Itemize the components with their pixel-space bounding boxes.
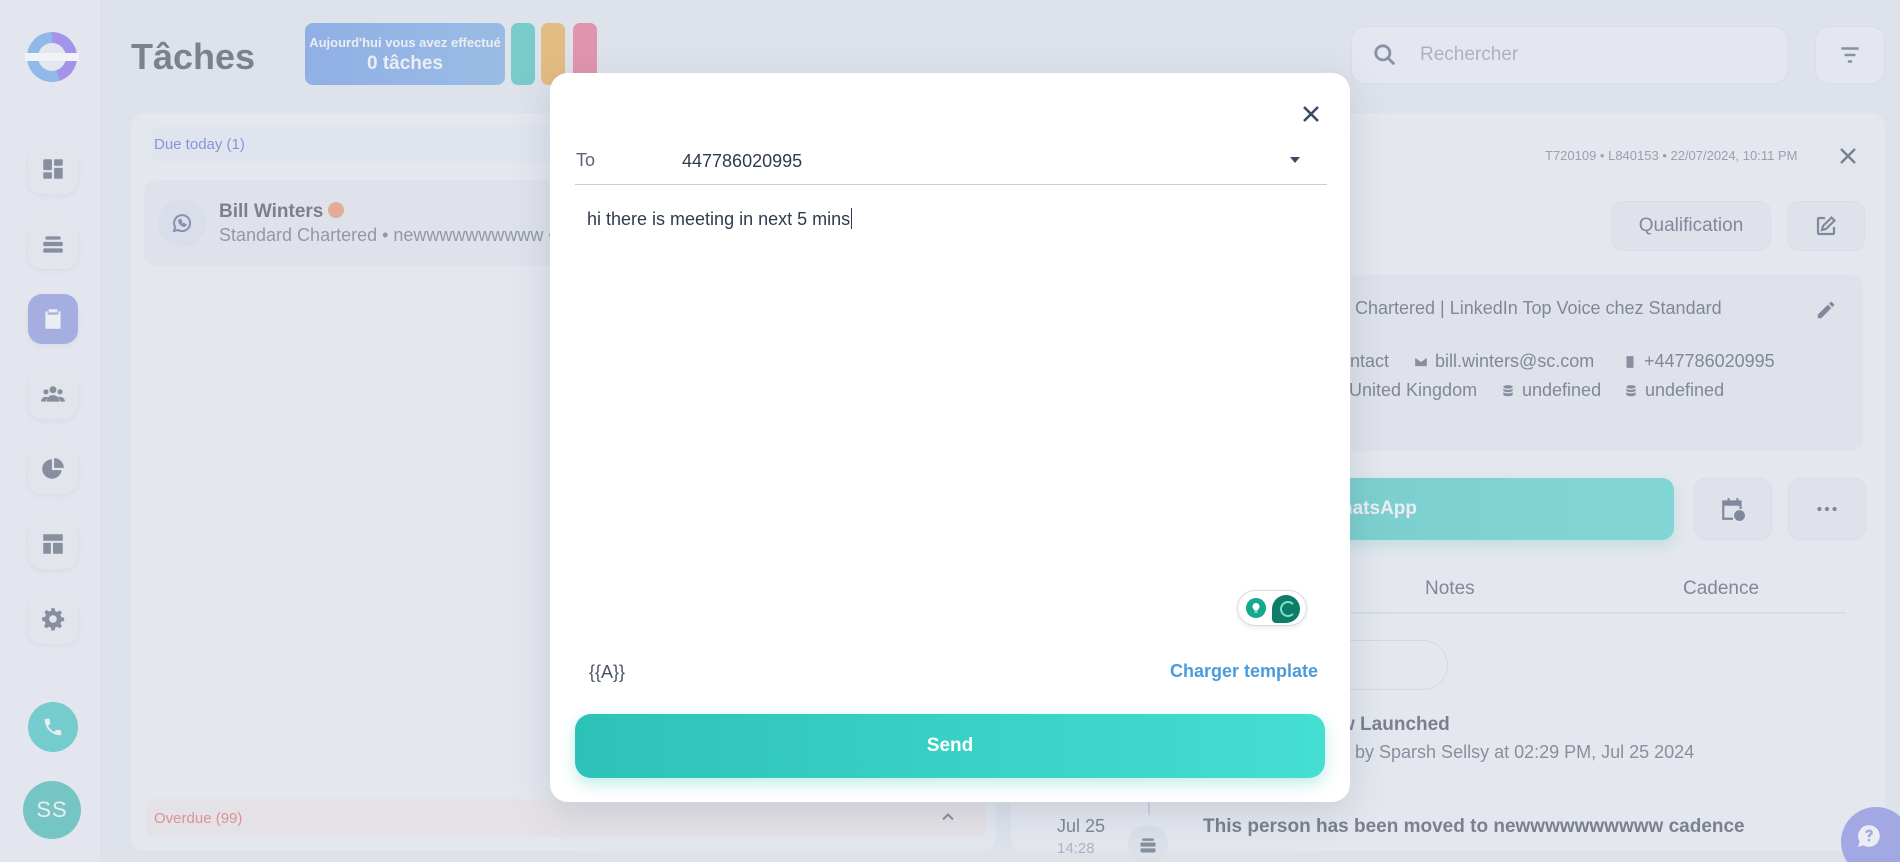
to-label: To [576,150,596,170]
whatsapp-compose-modal: To 447786020995 hi there is meeting in n… [550,73,1350,802]
send-button[interactable]: Send [575,714,1325,778]
message-textarea[interactable]: hi there is meeting in next 5 mins [587,208,853,230]
load-template-link[interactable]: Charger template [1170,661,1318,682]
recipient-select[interactable]: To 447786020995 [575,143,1327,185]
grammar-assistant-widget[interactable] [1237,590,1307,626]
variable-insert[interactable]: {{A}} [589,662,625,683]
close-icon[interactable] [1295,98,1327,130]
caret-down-icon[interactable] [1290,157,1300,163]
text-cursor [851,208,853,229]
message-text: hi there is meeting in next 5 mins [587,209,851,229]
assistant-chat-icon[interactable] [1272,595,1300,623]
lightbulb-icon[interactable] [1246,598,1266,618]
to-value: 447786020995 [682,151,803,171]
